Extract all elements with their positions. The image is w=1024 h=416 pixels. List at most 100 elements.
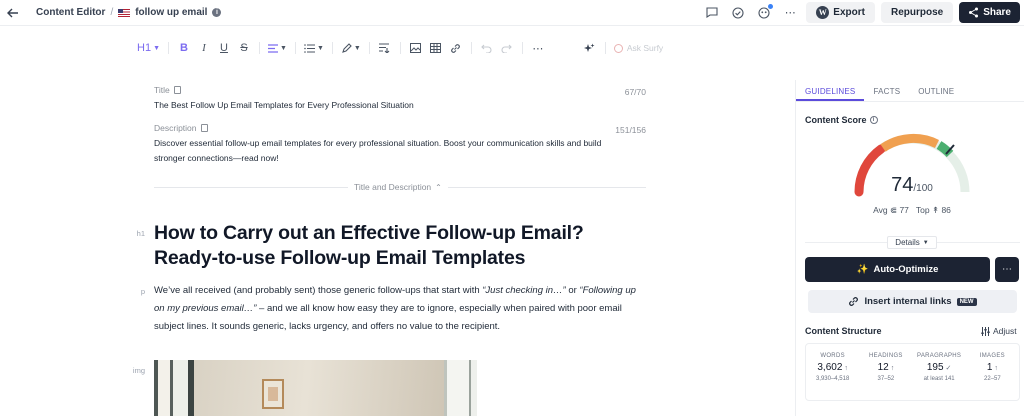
top-label: Top (915, 205, 930, 215)
chevron-up-icon: ⌃ (435, 182, 442, 192)
stat-value: 12 ↑ (859, 362, 912, 373)
collaborators-icon[interactable] (754, 3, 774, 23)
back-arrow-icon[interactable] (0, 0, 26, 26)
score-max: /100 (913, 183, 933, 194)
more-formatting-icon[interactable]: ⋯ (531, 40, 545, 56)
image-icon[interactable] (409, 40, 423, 56)
ask-surfy-label: Ask Surfy (626, 43, 664, 53)
stat-range: 37–52 (877, 376, 895, 382)
stat-label: HEADINGS (869, 353, 903, 359)
stat-headings: HEADINGS 12 ↑ 37–52 (859, 344, 912, 400)
us-flag-icon (118, 8, 131, 17)
list-icon[interactable]: ▼ (304, 40, 324, 56)
description-label-text: Description (154, 123, 197, 133)
adjust-label: Adjust (993, 326, 1017, 336)
copy-icon[interactable] (173, 86, 181, 94)
toolbar-divider (521, 42, 523, 54)
table-icon[interactable] (429, 40, 443, 56)
stat-images: IMAGES 1 ↑ 22–57 (966, 344, 1019, 400)
tab-guidelines[interactable]: GUIDELINES (796, 80, 865, 101)
stat-number: 12 (877, 362, 889, 373)
seo-title-field[interactable]: The Best Follow Up Email Templates for E… (154, 98, 624, 113)
meta-description-field[interactable]: Discover essential follow-up email templ… (154, 136, 634, 166)
formatting-toolbar: H1 ▼ B I U S ▼ ▼ ▼ ⋯ Ask Surfy (137, 40, 663, 56)
content-score-label: Content Score (805, 115, 867, 125)
repurpose-button[interactable]: Repurpose (880, 2, 954, 23)
paragraph-block-tag: p (140, 287, 145, 296)
intro-paragraph[interactable]: We’ve all received (and probably sent) t… (154, 282, 644, 336)
highlight-pen-icon[interactable]: ▼ (341, 40, 361, 56)
breadcrumb-root[interactable]: Content Editor (36, 7, 105, 18)
adjust-button[interactable]: Adjust (981, 326, 1017, 336)
auto-optimize-button[interactable]: ✨ Auto-Optimize (805, 257, 990, 282)
more-options-icon[interactable]: ⋯ (780, 3, 800, 23)
panel-tabs: GUIDELINES FACTS OUTLINE (796, 80, 1024, 102)
toolbar-divider (259, 42, 260, 54)
tab-facts[interactable]: FACTS (864, 80, 909, 101)
info-icon[interactable]: i (212, 8, 222, 17)
info-icon[interactable]: i (869, 116, 878, 124)
stat-label: IMAGES (979, 353, 1005, 359)
details-toggle[interactable]: Details ▼ (887, 236, 937, 249)
breadcrumb-separator: / (110, 7, 114, 18)
tab-outline[interactable]: OUTLINE (909, 80, 963, 101)
title-field-label: Title (154, 85, 181, 95)
strikethrough-icon[interactable]: S (237, 40, 251, 56)
toolbar-divider (604, 42, 606, 54)
comment-icon[interactable] (702, 3, 722, 23)
avg-value: 77 (899, 205, 909, 215)
arrow-up-icon: ↑ (890, 365, 895, 372)
content-structure-stats: WORDS 3,602 ↑ 3,930–4,518 HEADINGS 12 ↑ 37… (805, 343, 1020, 401)
share-button[interactable]: Share (959, 2, 1020, 23)
para-quote: “Just checking in…” (482, 285, 566, 296)
collapse-meta-toggle[interactable]: Title and Description ⌃ (348, 180, 448, 194)
article-heading[interactable]: How to Carry out an Effective Follow-up … (154, 221, 644, 271)
para-text: We’ve all received (and probably sent) t… (154, 285, 483, 296)
image-window-right (444, 360, 477, 416)
ai-sparkle-icon[interactable] (583, 40, 597, 56)
breadcrumb: Content Editor / follow up email i (36, 7, 222, 18)
copy-icon[interactable] (200, 124, 208, 132)
insert-internal-links-button[interactable]: Insert internal links NEW (808, 290, 1017, 313)
ask-surfy-button[interactable]: Ask Surfy (613, 40, 664, 56)
export-button[interactable]: W Export (806, 2, 875, 23)
content-score-title: Content Score i (805, 115, 878, 125)
heading-line-1: How to Carry out an Effective Follow-up … (154, 222, 584, 244)
clear-format-icon[interactable] (378, 40, 392, 56)
h1-block-tag: h1 (136, 229, 145, 238)
content-score-value: 74/100 (848, 174, 976, 197)
image-block-tag: img (132, 366, 145, 375)
share-label: Share (983, 7, 1011, 18)
description-char-count: 151/156 (615, 125, 646, 135)
para-text: or (565, 285, 580, 296)
stat-number: 3,602 (817, 362, 843, 373)
document-name[interactable]: follow up email (135, 7, 207, 18)
title-char-count: 67/70 (624, 87, 646, 97)
more-actions-button[interactable]: ⋯ (995, 257, 1019, 282)
toolbar-divider (294, 42, 296, 54)
image-wall (194, 360, 444, 416)
stat-range: 3,930–4,518 (815, 376, 850, 382)
article-image[interactable] (154, 360, 477, 416)
score-number: 74 (891, 174, 914, 196)
stat-label: PARAGRAPHS (917, 353, 962, 359)
heading-line-2: Ready-to-use Follow-up Email Templates (154, 247, 526, 269)
avg-icon: ⋐ (889, 205, 898, 215)
link-icon[interactable] (449, 40, 463, 56)
align-icon[interactable]: ▼ (268, 40, 287, 56)
undo-icon[interactable] (480, 40, 494, 56)
check-circle-icon[interactable] (728, 3, 748, 23)
underline-icon[interactable]: U (217, 40, 231, 56)
bold-icon[interactable]: B (177, 40, 191, 56)
redo-icon[interactable] (500, 40, 514, 56)
link-icon (849, 297, 859, 306)
check-icon: ✓ (945, 365, 952, 372)
heading-dropdown[interactable]: H1 ▼ (137, 40, 160, 56)
share-icon (969, 7, 979, 18)
stat-paragraphs: PARAGRAPHS 195 ✓ at least 141 (913, 344, 966, 400)
surfy-icon (613, 43, 623, 53)
italic-icon[interactable]: I (197, 40, 211, 56)
export-label: Export (833, 7, 865, 18)
toolbar-divider (331, 42, 333, 54)
wordpress-icon: W (816, 6, 830, 19)
